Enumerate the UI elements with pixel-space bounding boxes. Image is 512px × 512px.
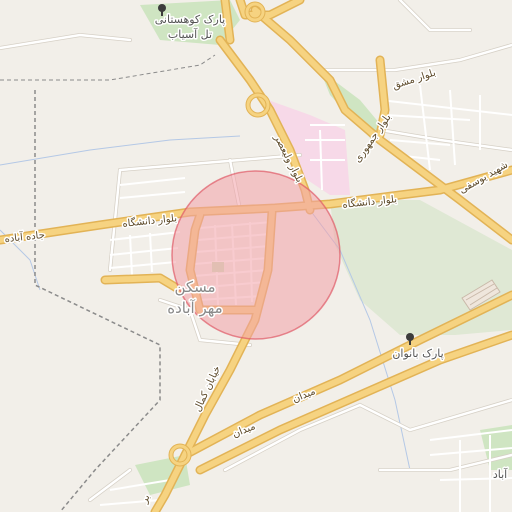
area-label-maskan-line1: مسکن [174,278,215,296]
area-label-abad: آباد [493,467,508,481]
map-view[interactable]: پارک کوهستانی تل آسیاب بلوار مشق بلوار ج… [0,0,512,512]
map-canvas[interactable]: پارک کوهستانی تل آسیاب بلوار مشق بلوار ج… [0,0,512,512]
area-label-maskan-line2: مهر آباده [167,299,222,317]
poi-label-park-banoovan[interactable]: پارک بانوان [391,346,445,362]
park-label-line2[interactable]: تل آسیاب [166,26,213,43]
park-label-line1[interactable]: پارک کوهستانی [153,12,227,28]
